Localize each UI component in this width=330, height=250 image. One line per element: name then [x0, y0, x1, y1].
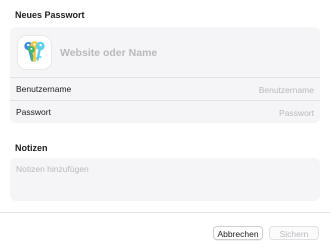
password-label: Passwort: [16, 107, 51, 117]
username-row: Benutzername: [10, 79, 320, 101]
website-or-name-input[interactable]: [60, 45, 310, 61]
save-button[interactable]: Sichern: [269, 226, 319, 240]
new-password-dialog: Neues Passwort Website oder Name Benutze…: [0, 0, 330, 250]
passwords-keys-icon: [18, 36, 51, 69]
notes-card: [10, 158, 320, 201]
cancel-button[interactable]: Abbrechen: [213, 226, 263, 240]
notes-title: Notizen: [15, 143, 48, 153]
notes-input[interactable]: [16, 164, 312, 196]
dialog-title: Neues Passwort: [15, 10, 85, 20]
site-row: [10, 27, 320, 78]
login-details-card: Benutzername Passwort: [10, 27, 320, 123]
footer-divider: [0, 212, 330, 213]
password-input[interactable]: [134, 106, 314, 119]
username-input[interactable]: [134, 83, 314, 96]
password-row: Passwort: [10, 102, 320, 124]
username-label: Benutzername: [16, 84, 72, 94]
